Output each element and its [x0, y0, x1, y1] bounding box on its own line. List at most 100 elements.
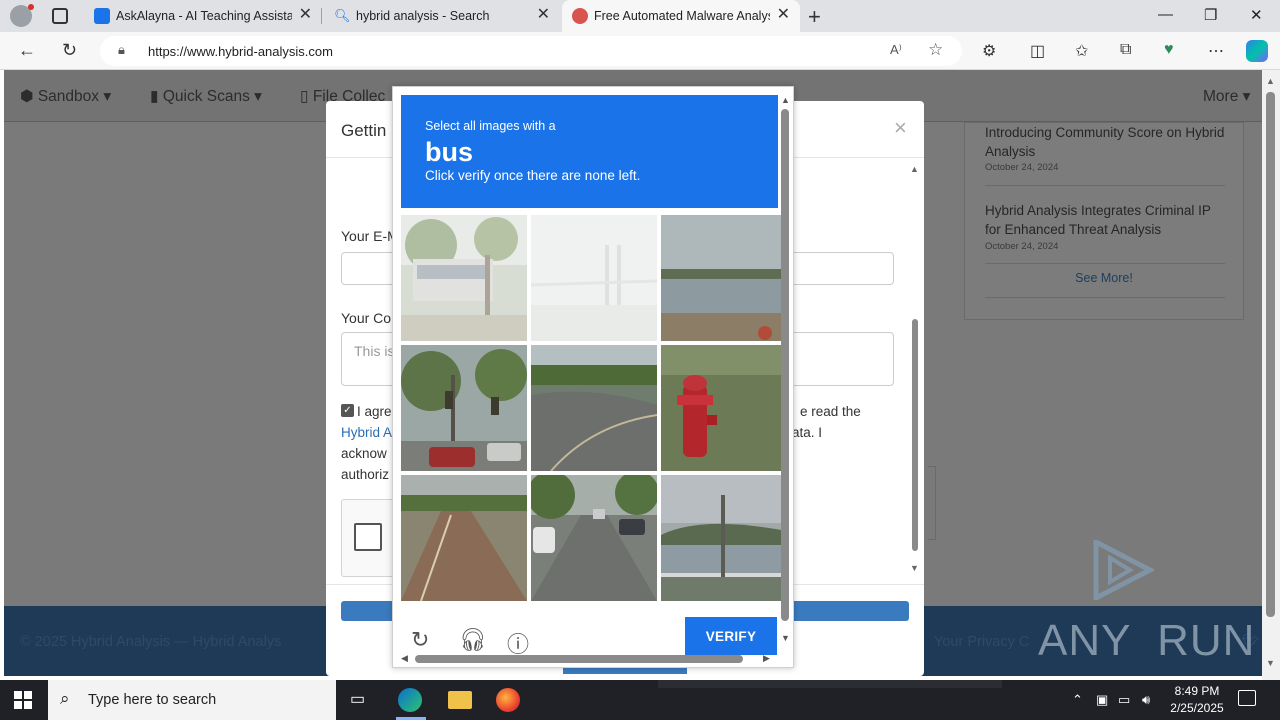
url-text[interactable]: https://www.hybrid-analysis.com: [148, 44, 333, 59]
page-scrollbar[interactable]: ▲ ▼: [1262, 70, 1280, 680]
recaptcha-checkbox[interactable]: [354, 523, 382, 551]
read-aloud-icon[interactable]: A⁾: [890, 42, 902, 58]
file-explorer-icon[interactable]: [448, 691, 472, 709]
lock-icon[interactable]: 🔒︎: [118, 42, 125, 58]
cube-icon: ⬢: [20, 88, 38, 105]
verify-button[interactable]: VERIFY: [685, 617, 777, 655]
taskbar-search-box[interactable]: ⌕ Type here to search: [48, 680, 336, 720]
copilot-icon[interactable]: [1246, 40, 1268, 62]
image-tile[interactable]: [401, 345, 527, 471]
agree-text: acknow: [341, 446, 387, 461]
restore-icon[interactable]: ❐: [1204, 6, 1217, 24]
traffic-lights-image: [401, 345, 527, 471]
more-menu-icon[interactable]: ⋯: [1208, 41, 1224, 61]
favorite-star-icon[interactable]: ☆: [928, 40, 943, 60]
tab-askalayna[interactable]: AskAlayna - AI Teaching Assistant ✕: [84, 0, 322, 32]
address-bar[interactable]: 🔒︎ https://www.hybrid-analysis.com A⁾ ☆: [100, 36, 962, 66]
search-icon: ⌕: [60, 689, 70, 708]
firefox-icon[interactable]: [496, 688, 520, 712]
page-scrollbar-thumb[interactable]: [1266, 92, 1275, 617]
edge-icon[interactable]: [398, 688, 422, 712]
divider: [985, 297, 1225, 298]
hybrid-analysis-terms-link[interactable]: Hybrid A: [341, 422, 392, 443]
image-tile[interactable]: [661, 345, 787, 471]
news-title[interactable]: Introducing Community Score on Hybrid An…: [985, 123, 1225, 161]
show-hidden-icons-icon[interactable]: ⌃: [1072, 692, 1083, 708]
challenge-horizontal-scrollbar[interactable]: ◀ ▶: [401, 653, 773, 665]
refresh-challenge-icon[interactable]: ↻: [411, 627, 429, 653]
system-clock[interactable]: 8:49 PM 2/25/2025: [1162, 683, 1232, 717]
favorites-icon[interactable]: ✩: [1075, 41, 1088, 61]
address-toolbar: ← ↻ 🔒︎ https://www.hybrid-analysis.com A…: [0, 32, 1280, 70]
close-tab-icon[interactable]: ✕: [537, 7, 550, 23]
refresh-icon[interactable]: ↻: [62, 40, 77, 61]
river-fence-image: [661, 475, 787, 601]
tab-search[interactable]: 🔍︎ hybrid analysis - Search ✕: [324, 0, 560, 32]
agree-checkbox[interactable]: ✓: [341, 404, 354, 417]
nav-more[interactable]: More ▾: [1203, 87, 1250, 106]
news-widget: Introducing Community Score on Hybrid An…: [964, 122, 1244, 320]
bus-in-trees-image: [401, 215, 527, 341]
windows-taskbar: ⌕ Type here to search ▭ ⌃ ▣ ▭ 🔊︎ 8:49 PM…: [0, 680, 1280, 720]
image-tile[interactable]: [531, 215, 657, 341]
image-tile[interactable]: [661, 215, 787, 341]
scroll-up-icon[interactable]: ▲: [1266, 76, 1275, 86]
tab-title: Free Automated Malware Analysis: [594, 9, 770, 23]
scroll-left-icon[interactable]: ◀: [401, 653, 408, 664]
image-tile[interactable]: [531, 345, 657, 471]
task-view-icon[interactable]: ▭: [350, 689, 365, 709]
volume-icon[interactable]: 🔊︎: [1142, 692, 1150, 708]
agree-text-tail: e read the: [800, 404, 861, 419]
modal-scroll-up-icon[interactable]: ▲: [910, 164, 919, 174]
scroll-up-icon[interactable]: ▲: [781, 95, 790, 105]
side-panel-edge: [928, 466, 936, 540]
image-tile[interactable]: [531, 475, 657, 601]
scrollbar-thumb[interactable]: [781, 109, 789, 621]
modal-scroll-down-icon[interactable]: ▼: [910, 563, 919, 573]
tab-actions-icon[interactable]: [52, 8, 68, 24]
scroll-right-icon[interactable]: ▶: [763, 653, 770, 664]
hybrid-analysis-favicon-icon: [572, 8, 588, 24]
news-title[interactable]: Hybrid Analysis Integrates Criminal IP f…: [985, 201, 1225, 239]
comment-placeholder: This is: [354, 343, 395, 359]
image-tile[interactable]: [661, 475, 787, 601]
askalayna-favicon-icon: [94, 8, 110, 24]
close-window-icon[interactable]: ✕: [1250, 6, 1263, 24]
modal-scrollbar-thumb[interactable]: [912, 319, 918, 551]
browser-essentials-icon[interactable]: ♥: [1164, 41, 1174, 59]
see-more-link[interactable]: See More!: [965, 271, 1243, 285]
nav-sandbox-label: Sandbox ▾: [37, 88, 112, 105]
image-tile[interactable]: [401, 475, 527, 601]
tab-hybrid-analysis[interactable]: Free Automated Malware Analysis ✕: [562, 0, 800, 32]
notification-center-icon[interactable]: [1238, 690, 1256, 706]
new-tab-icon[interactable]: +: [808, 4, 821, 30]
network-icon[interactable]: ▭: [1118, 692, 1130, 708]
modal-close-icon[interactable]: ×: [894, 115, 907, 141]
windows-start-icon[interactable]: [14, 691, 32, 709]
scroll-down-icon[interactable]: ▼: [1266, 658, 1275, 668]
hcaptcha-challenge: Select all images with a bus Click verif…: [392, 86, 794, 668]
nav-quick-scans[interactable]: ▮ Quick Scans ▾: [150, 87, 262, 106]
footer-privacy-link[interactable]: Your Privacy C: [934, 634, 1029, 650]
minimize-icon[interactable]: —: [1158, 6, 1173, 23]
comment-label: Your Co: [341, 310, 392, 326]
scroll-down-icon[interactable]: ▼: [781, 633, 790, 643]
notification-dot-icon: [28, 4, 34, 10]
back-icon[interactable]: ←: [18, 40, 36, 61]
nav-sandbox[interactable]: ⬢ Sandbox ▾: [20, 87, 111, 106]
scrollbar-thumb[interactable]: [415, 655, 743, 663]
extensions-icon[interactable]: ⚙: [982, 41, 996, 61]
audio-challenge-icon[interactable]: 🎧︎: [459, 627, 487, 653]
agree-text: authoriz: [341, 467, 390, 482]
device-icon[interactable]: ▣: [1096, 692, 1108, 708]
close-tab-icon[interactable]: ✕: [777, 7, 790, 23]
split-screen-icon[interactable]: ◫: [1030, 41, 1045, 61]
collections-icon[interactable]: ⧉: [1120, 41, 1131, 59]
footer-copyright: © 2025 Hybrid Analysis — Hybrid Analys: [20, 634, 282, 650]
image-grid: [401, 215, 787, 601]
email-label: Your E-M: [341, 228, 399, 244]
image-tile[interactable]: [401, 215, 527, 341]
challenge-vertical-scrollbar[interactable]: ▲ ▼: [780, 95, 790, 643]
file-icon: ▮: [150, 88, 163, 105]
close-tab-icon[interactable]: ✕: [299, 7, 312, 23]
